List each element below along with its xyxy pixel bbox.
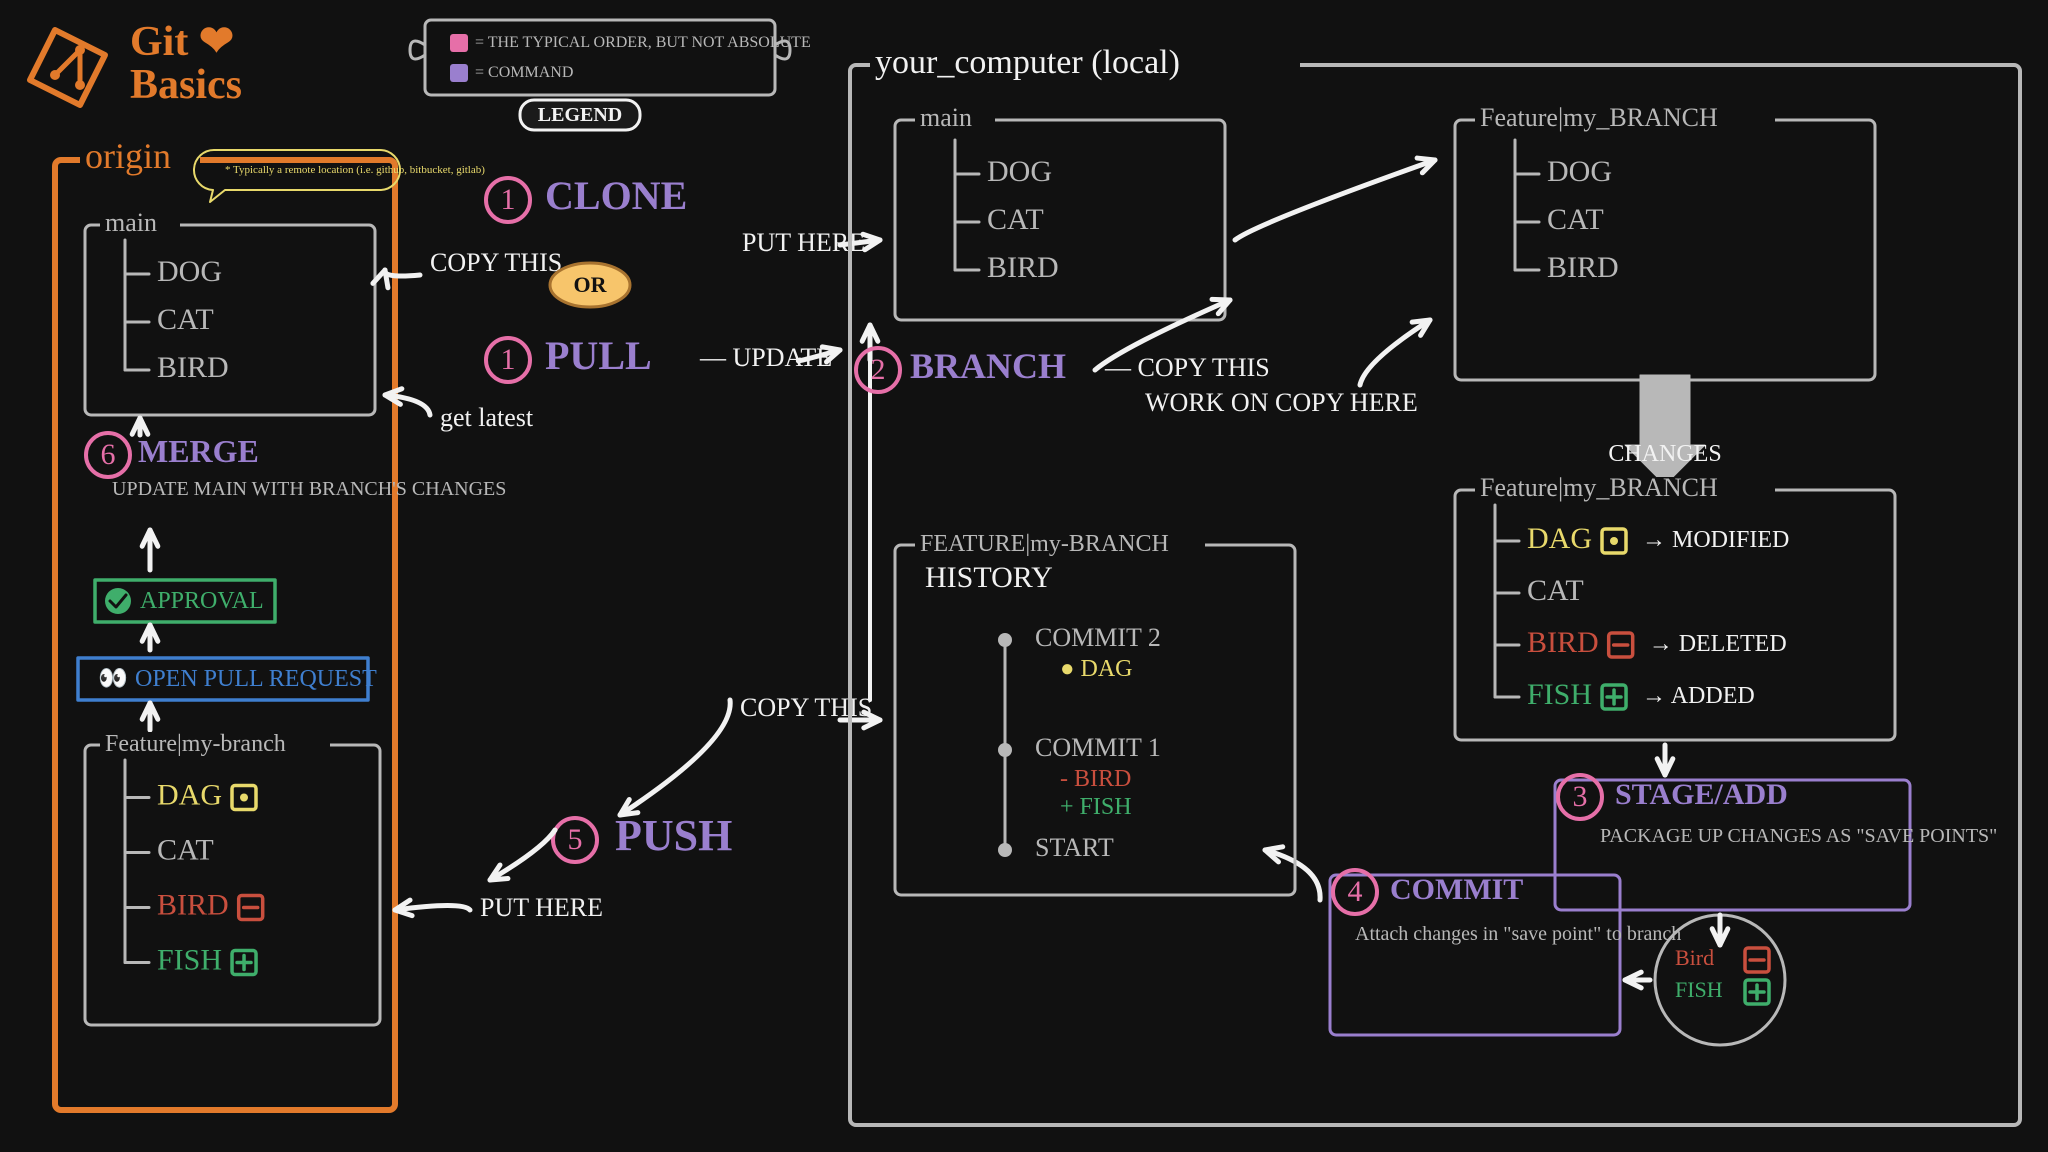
pull-request-label: OPEN PULL REQUEST [135,666,377,692]
origin-title: origin [85,136,171,176]
file-name: CAT [987,203,1044,236]
legend-item-1: = THE TYPICAL ORDER, BUT NOT ABSOLUTE [475,34,811,51]
commit-change: - BIRD [1060,766,1131,792]
commit-dot [998,843,1012,857]
origin-feature-label: Feature|my-branch [105,731,286,757]
step-number: 3 [1573,780,1588,813]
origin-container [55,160,395,1110]
file-tag: → ADDED [1642,683,1755,709]
arrow [385,270,420,276]
file-name: BIRD [1547,251,1619,284]
stage-desc: PACKAGE UP CHANGES AS "SAVE POINTS" [1600,825,1997,847]
file-name: CAT [157,303,214,336]
commit-label: COMMIT [1390,873,1523,906]
origin-main-box [85,225,375,415]
pull-getlatest-label: get latest [440,403,534,432]
history-label: FEATURE|my-BRANCH [920,531,1169,557]
stage-label: STAGE/ADD [1615,778,1788,811]
clone-copy-label: COPY THIS [430,248,562,277]
arrow [1360,320,1430,385]
step-number: 4 [1348,875,1363,908]
origin-note: * Typically a remote location (i.e. gith… [225,164,485,176]
file-name: FISH [1527,678,1592,711]
file-name: CAT [1547,203,1604,236]
push-put-label: PUT HERE [480,893,603,922]
history-subtitle: HISTORY [925,561,1053,594]
file-name: DOG [987,155,1052,188]
eyes-icon: 👀 [98,666,128,692]
pull-label: PULL [545,333,652,378]
savepoint-file: FISH [1675,977,1723,1002]
feature-dirty-label: Feature|my_BRANCH [1480,473,1718,502]
branch-label: BRANCH [910,346,1066,386]
clone-label: CLONE [545,173,687,218]
file-tag: → MODIFIED [1642,527,1789,553]
step-number: 2 [871,353,886,386]
file-name: BIRD [157,351,229,384]
step-number: 6 [101,438,116,471]
branch-desc1: — COPY THIS [1104,353,1270,382]
changes-label: CHANGES [1608,441,1721,467]
commit-desc: Attach changes in "save point" to branch [1355,923,1681,945]
feature-clean-box [1455,120,1875,380]
legend-swatch-pink [450,34,468,52]
merge-label: MERGE [138,433,259,469]
file-tag: → DELETED [1649,631,1787,657]
commit-change: ● DAG [1060,656,1133,682]
branch-desc2: WORK ON COPY HERE [1145,388,1418,417]
local-main-label: main [920,103,972,132]
title-line2: Basics [130,62,242,108]
approval-label: APPROVAL [140,588,264,614]
legend-title: LEGEND [538,104,622,126]
legend-swatch-purple [450,64,468,82]
local-title: your_computer (local) [875,44,1180,81]
commit-change: + FISH [1060,794,1132,820]
legend-box [425,20,775,95]
step-number: 1 [501,183,516,216]
git-logo-icon [30,30,105,105]
arrow [395,906,470,911]
legend-item-2: = COMMAND [475,64,573,81]
local-main-box [895,120,1225,320]
savepoint-file: Bird [1675,945,1714,970]
file-name: DAG [1527,522,1592,555]
feature-clean-label: Feature|my_BRANCH [1480,103,1718,132]
push-label: PUSH [615,811,732,860]
commit-name: COMMIT 1 [1035,733,1161,762]
commit-dot [998,743,1012,757]
arrow [620,700,730,815]
commit-name: COMMIT 2 [1035,623,1161,652]
file-name: DOG [1547,155,1612,188]
step-number: 5 [568,823,583,856]
commit-name: START [1035,833,1114,862]
file-name: DOG [157,255,222,288]
merge-desc: UPDATE MAIN WITH BRANCH'S CHANGES [112,478,506,500]
file-name: BIRD [1527,626,1599,659]
file-name: CAT [157,833,214,866]
arrow [490,830,555,880]
file-name: BIRD [157,888,229,921]
or-label: OR [574,272,608,297]
changes-arrow-icon [1625,375,1705,485]
step-number: 1 [501,343,516,376]
file-name: FISH [157,943,222,976]
file-name: CAT [1527,574,1584,607]
origin-main-label: main [105,208,157,237]
file-name: DAG [157,778,222,811]
commit-dot [998,633,1012,647]
arrow [1235,160,1435,240]
file-name: BIRD [987,251,1059,284]
title-line1: Git ❤ [130,19,234,65]
